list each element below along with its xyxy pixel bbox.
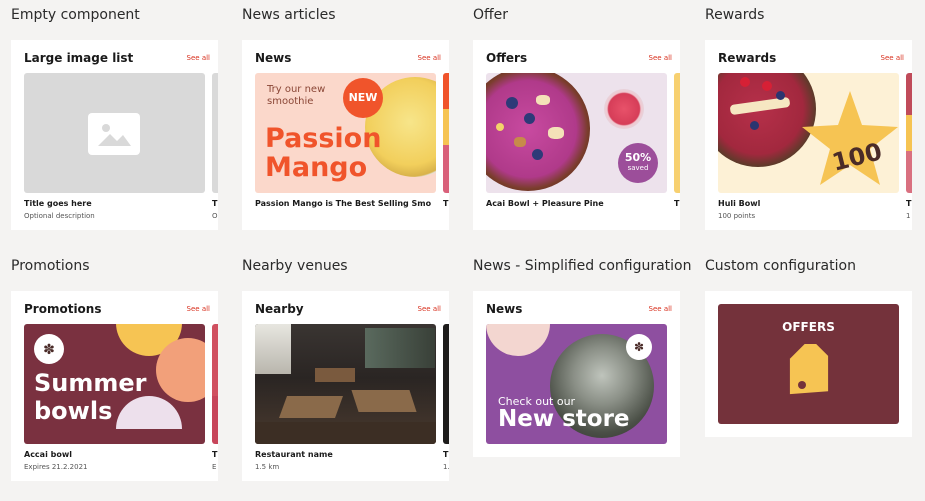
see-all-link[interactable]: See all bbox=[418, 54, 441, 62]
discount-badge: 50% saved bbox=[618, 143, 658, 183]
card-header: Promotions See all bbox=[24, 302, 210, 316]
next-item-peek[interactable] bbox=[212, 73, 218, 193]
section-title-empty-component: Empty component bbox=[11, 7, 140, 23]
tile-big-line-2: bowls bbox=[34, 397, 113, 425]
section-title-custom-configuration: Custom configuration bbox=[705, 258, 856, 274]
palm-logo-icon: ✽ bbox=[626, 334, 652, 360]
see-all-link[interactable]: See all bbox=[649, 54, 672, 62]
card-title: Large image list bbox=[24, 51, 134, 65]
peach-circle-shape bbox=[156, 338, 205, 402]
item-title: Acai Bowl + Pleasure Pine bbox=[486, 199, 604, 208]
see-all-link[interactable]: See all bbox=[187, 305, 210, 313]
price-tag-icon bbox=[789, 344, 829, 395]
juice-glass-image bbox=[604, 89, 644, 129]
bar-shelf-shape bbox=[365, 328, 435, 368]
item-title: Restaurant name bbox=[255, 450, 333, 459]
reward-star-icon bbox=[802, 91, 898, 185]
peek-item-description: E bbox=[212, 463, 217, 471]
discount-percent: 50% bbox=[624, 151, 652, 164]
peek-item-title: T bbox=[443, 199, 449, 208]
tile-tagline: Try our new smoothie bbox=[267, 84, 326, 107]
peek-item-title: T bbox=[906, 199, 912, 208]
new-badge-label: NEW bbox=[348, 91, 378, 104]
peek-item-description: 1. bbox=[443, 463, 449, 471]
nearby-card: Nearby See all Restaurant name 1.5 km T … bbox=[242, 291, 449, 481]
item-description: 1.5 km bbox=[255, 463, 280, 471]
reward-item-image[interactable]: 100 bbox=[718, 73, 899, 193]
peek-item-description: 1 bbox=[906, 212, 911, 220]
section-title-promotions: Promotions bbox=[11, 258, 90, 274]
card-title: News bbox=[255, 51, 292, 65]
window-light-shape bbox=[255, 324, 291, 374]
tile-big-text: New store bbox=[498, 406, 630, 432]
section-title-rewards: Rewards bbox=[705, 7, 765, 23]
section-title-news-articles: News articles bbox=[242, 7, 336, 23]
see-all-link[interactable]: See all bbox=[418, 305, 441, 313]
peek-item-title: T bbox=[674, 199, 680, 208]
tile-big-line-2: Mango bbox=[265, 152, 368, 183]
news-card: News See all Try our new smoothie NEW Pa… bbox=[242, 40, 449, 230]
promotions-card: Promotions See all ✽ Summer bowls Accai … bbox=[11, 291, 218, 481]
card-header: Offers See all bbox=[486, 51, 672, 65]
acai-bowl-image bbox=[486, 73, 590, 191]
card-header: Large image list See all bbox=[24, 51, 210, 65]
new-badge: NEW bbox=[343, 78, 383, 118]
offers-card: Offers See all 50% saved Acai Bowl + Ple… bbox=[473, 40, 680, 230]
item-title: Title goes here bbox=[24, 199, 92, 208]
news-item-image[interactable]: Try our new smoothie NEW Passion Mango bbox=[255, 73, 436, 193]
table-shape bbox=[278, 396, 344, 418]
palm-logo-icon: ✽ bbox=[34, 334, 64, 364]
item-title: Accai bowl bbox=[24, 450, 72, 459]
next-item-peek[interactable] bbox=[212, 324, 218, 444]
table-shape bbox=[315, 368, 355, 382]
item-description: 100 points bbox=[718, 212, 756, 220]
card-title: Rewards bbox=[718, 51, 777, 65]
news-simplified-card: News See all ✽ Check out our New store bbox=[473, 291, 680, 457]
next-item-peek[interactable] bbox=[906, 73, 912, 193]
tile-big-line-1: Summer bbox=[34, 369, 147, 397]
item-title: Passion Mango is The Best Selling Smoo… bbox=[255, 199, 431, 208]
see-all-link[interactable]: See all bbox=[881, 54, 904, 62]
offer-item-image[interactable]: 50% saved bbox=[486, 73, 667, 193]
next-item-peek[interactable] bbox=[443, 73, 449, 193]
offers-banner[interactable]: OFFERS bbox=[718, 304, 899, 424]
card-header: News See all bbox=[255, 51, 441, 65]
card-header: News See all bbox=[486, 302, 672, 316]
item-description: Optional description bbox=[24, 212, 95, 220]
next-item-peek[interactable] bbox=[674, 73, 680, 193]
section-title-offer: Offer bbox=[473, 7, 509, 23]
card-header: Nearby See all bbox=[255, 302, 441, 316]
pink-circle-shape bbox=[486, 324, 550, 356]
card-title: Nearby bbox=[255, 302, 304, 316]
lilac-circle-shape bbox=[116, 396, 182, 429]
image-placeholder-icon bbox=[88, 113, 140, 155]
see-all-link[interactable]: See all bbox=[649, 305, 672, 313]
see-all-link[interactable]: See all bbox=[187, 54, 210, 62]
item-description: Expires 21.2.2021 bbox=[24, 463, 88, 471]
tile-big-line-1: Passion bbox=[265, 123, 382, 154]
card-title: Promotions bbox=[24, 302, 102, 316]
news-item-image[interactable]: ✽ Check out our New store bbox=[486, 324, 667, 444]
peek-item-description: O bbox=[212, 212, 218, 220]
peek-item-title: T bbox=[212, 450, 218, 459]
list-item-image-placeholder[interactable] bbox=[24, 73, 205, 193]
floor-shape bbox=[255, 422, 436, 444]
large-image-list-card: Large image list See all Title goes here… bbox=[11, 40, 218, 230]
peek-item-title: T bbox=[443, 450, 449, 459]
card-header: Rewards See all bbox=[718, 51, 904, 65]
promotion-item-image[interactable]: ✽ Summer bowls bbox=[24, 324, 205, 444]
section-title-news-simplified: News - Simplified configuration bbox=[473, 258, 692, 274]
table-shape bbox=[351, 390, 417, 412]
peek-item-title: T bbox=[212, 199, 218, 208]
card-title: Offers bbox=[486, 51, 528, 65]
custom-configuration-card: OFFERS bbox=[705, 291, 912, 437]
next-item-peek[interactable] bbox=[443, 324, 449, 444]
card-title: News bbox=[486, 302, 523, 316]
section-title-nearby-venues: Nearby venues bbox=[242, 258, 348, 274]
discount-saved: saved bbox=[627, 164, 649, 172]
venue-item-image[interactable] bbox=[255, 324, 436, 444]
offers-label: OFFERS bbox=[782, 320, 835, 334]
rewards-card: Rewards See all 100 Huli Bowl 100 points… bbox=[705, 40, 912, 230]
item-title: Huli Bowl bbox=[718, 199, 761, 208]
